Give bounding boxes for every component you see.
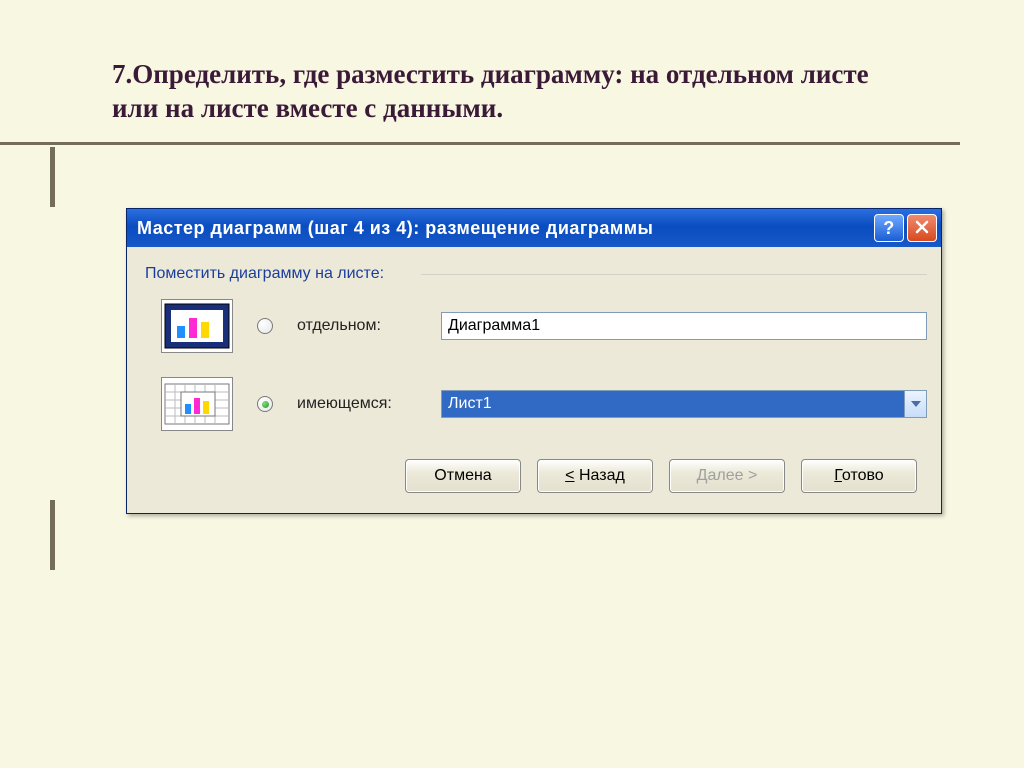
existing-sheet-combo[interactable]: Лист1 — [441, 390, 927, 418]
slide-heading: 7.Определить, где разместить диаграмму: … — [112, 58, 872, 126]
separate-sheet-icon — [161, 299, 233, 353]
decorative-rule-vert-top — [50, 147, 55, 207]
decorative-rule — [0, 142, 960, 145]
dialog-titlebar[interactable]: Мастер диаграмм (шаг 4 из 4): размещение… — [127, 209, 941, 247]
option-separate: отдельном: — [161, 299, 927, 353]
chart-wizard-dialog: Мастер диаграмм (шаг 4 из 4): размещение… — [126, 208, 942, 514]
close-icon — [915, 218, 929, 239]
dialog-button-row: Отмена < Назад Далее > Готово — [141, 455, 927, 495]
finish-button[interactable]: Готово — [801, 459, 917, 493]
help-icon: ? — [883, 218, 895, 239]
existing-sheet-icon — [161, 377, 233, 431]
help-button[interactable]: ? — [874, 214, 904, 242]
radio-existing-label: имеющемся: — [297, 395, 417, 413]
option-existing: имеющемся: Лист1 — [161, 377, 927, 431]
next-button: Далее > — [669, 459, 785, 493]
dialog-title: Мастер диаграмм (шаг 4 из 4): размещение… — [137, 218, 874, 239]
cancel-button[interactable]: Отмена — [405, 459, 521, 493]
back-button[interactable]: < Назад — [537, 459, 653, 493]
separate-sheet-name-input[interactable] — [441, 312, 927, 340]
chevron-down-icon — [904, 391, 926, 417]
back-button-label: < Назад — [565, 467, 625, 485]
group-label: Поместить диаграмму на листе: — [141, 265, 927, 283]
existing-sheet-value: Лист1 — [442, 395, 904, 413]
decorative-rule-vert-bottom — [50, 500, 55, 570]
finish-button-label: Готово — [834, 467, 883, 485]
radio-separate-label: отдельном: — [297, 317, 417, 335]
radio-separate[interactable] — [257, 318, 273, 334]
close-button[interactable] — [907, 214, 937, 242]
radio-existing[interactable] — [257, 396, 273, 412]
